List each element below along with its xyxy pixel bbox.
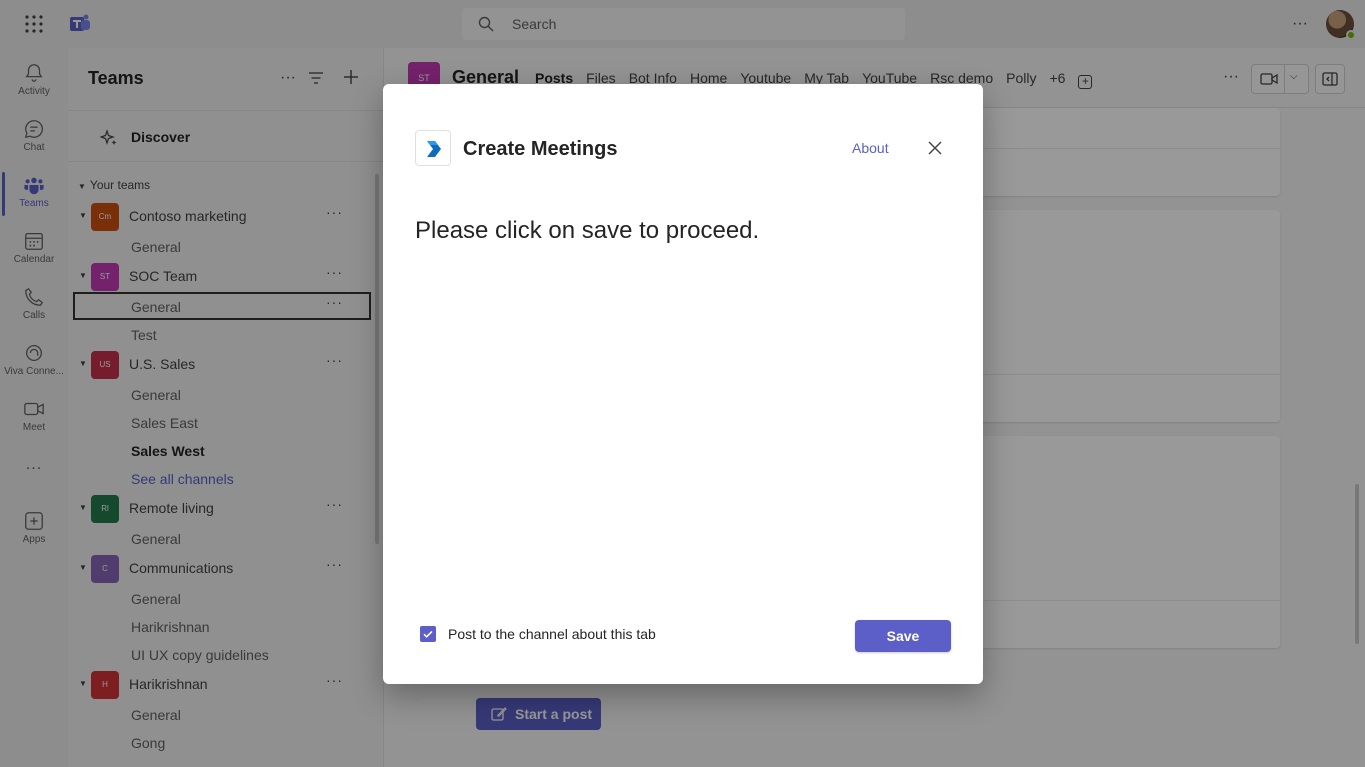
checkmark-icon	[423, 630, 433, 638]
save-button[interactable]: Save	[855, 620, 951, 652]
dialog-message: Please click on save to proceed.	[415, 217, 760, 244]
about-link[interactable]: About	[852, 140, 889, 156]
post-to-channel-checkbox[interactable]	[420, 626, 436, 642]
create-meetings-dialog: Create Meetings About Please click on sa…	[383, 84, 983, 684]
dialog-title: Create Meetings	[463, 138, 618, 160]
app-icon	[415, 130, 451, 166]
close-icon[interactable]	[926, 139, 944, 157]
checkbox-label[interactable]: Post to the channel about this tab	[448, 626, 656, 642]
power-automate-icon	[427, 141, 441, 157]
